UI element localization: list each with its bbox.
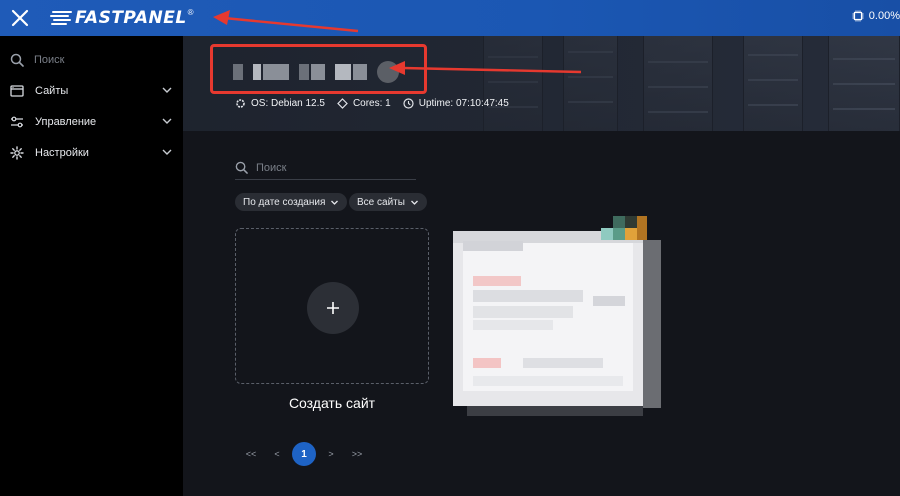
top-bar: FASTPANEL ® 0.00% <box>0 0 900 36</box>
search-icon <box>10 53 24 67</box>
plus-icon <box>327 302 339 314</box>
sidebar-item-label: Сайты <box>35 85 69 97</box>
page-prev-button[interactable]: < <box>266 442 288 466</box>
chevron-down-icon <box>162 87 172 93</box>
chevron-down-icon <box>410 200 418 205</box>
all-sites-dropdown[interactable]: Все сайты <box>349 193 427 211</box>
add-site-button[interactable] <box>307 282 359 334</box>
clock-icon <box>403 98 414 109</box>
fastpanel-logo[interactable]: FASTPANEL ® <box>50 7 194 29</box>
gear-icon <box>10 146 24 160</box>
site-preview-card-pixelated[interactable] <box>453 216 661 416</box>
os-gear-icon <box>236 99 245 108</box>
cores-diamond-icon <box>337 98 348 109</box>
cpu-chip-icon <box>852 10 864 22</box>
cores-label: Cores: 1 <box>352 98 391 109</box>
search-icon <box>235 161 248 174</box>
annotation-highlight-box <box>210 44 427 94</box>
logo-registered-mark: ® <box>187 7 194 17</box>
chevron-down-icon <box>162 118 172 124</box>
cores-info: Cores: 1 <box>337 98 391 109</box>
uptime-label: Uptime: 07:10:47:45 <box>418 98 509 109</box>
create-site-label: Создать сайт <box>288 395 376 411</box>
browser-window-icon <box>10 85 24 97</box>
create-site-card[interactable] <box>235 228 429 384</box>
sort-by-date-dropdown[interactable]: По дате создания <box>235 193 348 211</box>
sidebar-search[interactable] <box>10 50 173 70</box>
sort-filter-label: По дате создания <box>243 196 326 208</box>
sidebar-item-label: Управление <box>35 116 97 128</box>
page-next-button[interactable]: > <box>320 442 342 466</box>
sites-search[interactable] <box>235 156 416 180</box>
page-first-button[interactable]: << <box>240 442 262 466</box>
sliders-icon <box>11 116 23 128</box>
uptime-info: Uptime: 07:10:47:45 <box>403 98 509 109</box>
os-info: OS: Debian 12.5 <box>235 98 325 109</box>
logo-text: FASTPANEL <box>75 8 187 28</box>
sidebar-item-label: Настройки <box>35 147 89 159</box>
main-content: По дате создания Все сайты Создать сайт <box>183 131 900 496</box>
sidebar-item-settings[interactable]: Настройки <box>10 143 173 163</box>
cpu-status[interactable]: 0.00% <box>852 10 900 22</box>
sidebar-item-sites[interactable]: Сайты <box>10 81 173 101</box>
chevron-down-icon <box>331 200 339 205</box>
close-icon <box>11 9 29 27</box>
chevron-down-icon <box>162 149 172 155</box>
logo-speed-lines-icon <box>50 11 72 25</box>
server-header: OS: Debian 12.5 Cores: 1 Uptime: 07:10:4… <box>183 36 900 131</box>
sidebar-search-input[interactable] <box>34 54 154 66</box>
os-label: OS: Debian 12.5 <box>251 98 325 109</box>
sidebar: Сайты Управление Настройки <box>0 36 183 496</box>
pagination: << < 1 > >> <box>240 442 372 466</box>
sidebar-item-management[interactable]: Управление <box>10 112 173 132</box>
page-last-button[interactable]: >> <box>346 442 368 466</box>
server-info: OS: Debian 12.5 Cores: 1 Uptime: 07:10:4… <box>235 98 521 109</box>
close-menu-button[interactable] <box>8 6 32 30</box>
cpu-load-value: 0.00% <box>868 10 900 22</box>
sites-search-input[interactable] <box>256 161 406 174</box>
page-current-button[interactable]: 1 <box>292 442 316 466</box>
sites-filter-label: Все сайты <box>357 196 405 208</box>
